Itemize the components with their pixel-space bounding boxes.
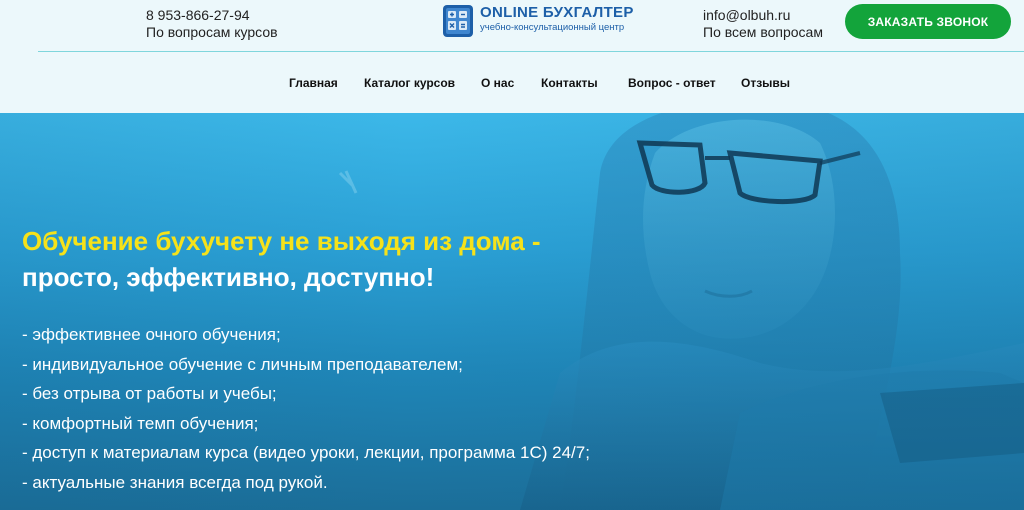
logo-text: ONLINE БУХГАЛТЕР учебно-консультационный… <box>480 4 634 33</box>
hero-title: Обучение бухучету не выходя из дома - пр… <box>22 223 541 295</box>
nav-item-catalog[interactable]: Каталог курсов <box>364 75 455 91</box>
phone-number[interactable]: 8 953-866-27-94 <box>146 7 278 24</box>
site-logo[interactable]: ONLINE БУХГАЛТЕР учебно-консультационный… <box>442 4 634 38</box>
header-divider <box>38 51 1024 52</box>
nav-item-contacts[interactable]: Контакты <box>541 75 598 91</box>
nav-item-faq[interactable]: Вопрос - ответ <box>628 75 716 91</box>
list-item: - индивидуальное обучение с личным препо… <box>22 354 463 374</box>
email-caption: По всем вопросам <box>703 24 823 40</box>
logo-subtitle: учебно-консультационный центр <box>480 22 625 33</box>
hero-title-line2: просто, эффективно, доступно! <box>22 262 435 292</box>
site-header: 8 953-866-27-94 По вопросам курсов ONLIN… <box>0 0 1024 113</box>
hero-title-line1: Обучение бухучету не выходя из дома - <box>22 226 541 256</box>
list-item: - комфортный темп обучения; <box>22 413 259 433</box>
benefits-list: - эффективнее очного обучения; - индивид… <box>22 320 590 497</box>
nav-item-home[interactable]: Главная <box>289 75 338 91</box>
logo-title: ONLINE БУХГАЛТЕР <box>480 4 634 21</box>
list-item: - без отрыва от работы и учебы; <box>22 384 277 403</box>
order-call-button[interactable]: ЗАКАЗАТЬ ЗВОНОК <box>845 4 1011 39</box>
list-item: - эффективнее очного обучения; <box>22 325 281 344</box>
list-item: - актуальные знания всегда под рукой. <box>22 472 328 492</box>
email-address[interactable]: info@olbuh.ru <box>703 7 823 24</box>
logo-calculator-icon <box>442 4 474 38</box>
phone-caption: По вопросам курсов <box>146 24 278 40</box>
nav-item-reviews[interactable]: Отзывы <box>741 75 790 91</box>
list-item: - доступ к материалам курса (видео уроки… <box>22 443 590 462</box>
main-nav: Главная Каталог курсов О нас Контакты Во… <box>0 75 1024 93</box>
email-contact[interactable]: info@olbuh.ru По всем вопросам <box>703 7 823 41</box>
nav-item-about[interactable]: О нас <box>481 75 514 91</box>
phone-contact[interactable]: 8 953-866-27-94 По вопросам курсов <box>146 7 278 41</box>
hero-banner: Обучение бухучету не выходя из дома - пр… <box>0 113 1024 510</box>
